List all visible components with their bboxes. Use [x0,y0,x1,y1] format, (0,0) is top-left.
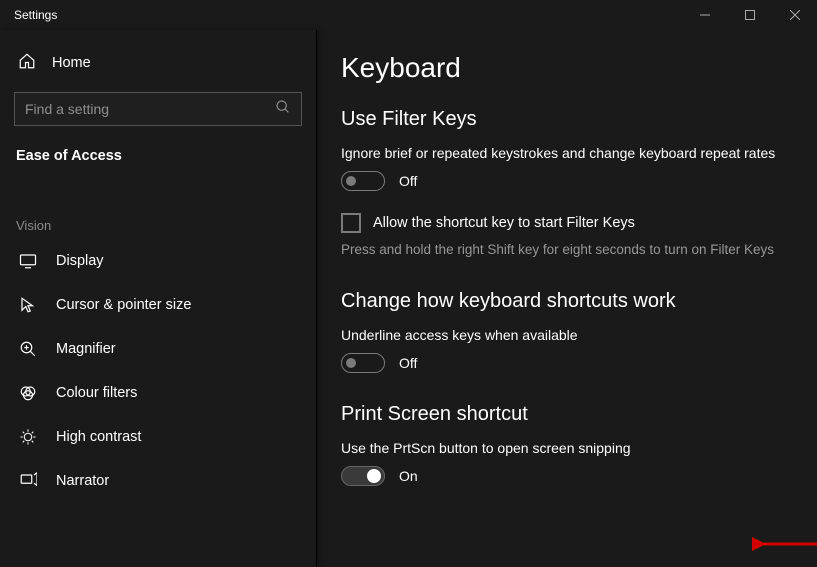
sidebar: Home Ease of Access Vision Display Curso… [0,30,317,567]
high-contrast-icon [18,428,38,446]
magnifier-icon [18,340,38,358]
window-title: Settings [14,8,57,22]
colour-filters-icon [18,384,38,402]
sidebar-item-colour-filters[interactable]: Colour filters [14,371,302,415]
annotation-arrow-icon [752,533,817,555]
sidebar-item-label: Narrator [56,473,109,489]
display-icon [18,252,38,270]
section-print-screen: Print Screen shortcut Use the PrtScn but… [341,403,793,486]
home-label: Home [52,55,91,71]
titlebar: Settings [0,0,817,30]
sidebar-item-label: Cursor & pointer size [56,297,191,313]
sidebar-item-narrator[interactable]: Narrator [14,459,302,503]
print-screen-toggle[interactable] [341,466,385,486]
home-nav[interactable]: Home [14,42,302,84]
shortcuts-description: Underline access keys when available [341,327,793,343]
category-heading[interactable]: Ease of Access [14,144,302,168]
filter-keys-heading: Use Filter Keys [341,108,793,131]
section-filter-keys: Use Filter Keys Ignore brief or repeated… [341,108,793,260]
section-shortcuts: Change how keyboard shortcuts work Under… [341,290,793,373]
window-controls [682,0,817,30]
narrator-icon [18,472,38,490]
content-panel: Keyboard Use Filter Keys Ignore brief or… [317,30,817,567]
page-title: Keyboard [341,52,793,84]
search-box[interactable] [14,92,302,126]
sidebar-item-cursor[interactable]: Cursor & pointer size [14,283,302,327]
sidebar-item-label: Display [56,253,104,269]
filter-keys-toggle-state: Off [399,173,417,189]
sidebar-item-display[interactable]: Display [14,239,302,283]
shortcuts-heading: Change how keyboard shortcuts work [341,290,793,313]
filter-keys-description: Ignore brief or repeated keystrokes and … [341,145,793,161]
cursor-icon [18,296,38,314]
filter-keys-shortcut-checkbox[interactable] [341,213,361,233]
sidebar-item-label: High contrast [56,429,141,445]
filter-keys-checkbox-label: Allow the shortcut key to start Filter K… [373,215,635,231]
close-button[interactable] [772,0,817,30]
search-input[interactable] [25,101,275,117]
maximize-button[interactable] [727,0,772,30]
search-icon [275,99,291,120]
shortcuts-toggle-state: Off [399,355,417,371]
sidebar-item-high-contrast[interactable]: High contrast [14,415,302,459]
home-icon [18,52,36,74]
sidebar-item-label: Magnifier [56,341,116,357]
sidebar-item-magnifier[interactable]: Magnifier [14,327,302,371]
filter-keys-checkbox-desc: Press and hold the right Shift key for e… [341,241,781,260]
nav-group-vision: Vision [14,218,302,239]
print-screen-description: Use the PrtScn button to open screen sni… [341,440,793,456]
minimize-button[interactable] [682,0,727,30]
print-screen-toggle-state: On [399,468,418,484]
print-screen-heading: Print Screen shortcut [341,403,793,426]
filter-keys-toggle[interactable] [341,171,385,191]
sidebar-item-label: Colour filters [56,385,137,401]
shortcuts-toggle[interactable] [341,353,385,373]
